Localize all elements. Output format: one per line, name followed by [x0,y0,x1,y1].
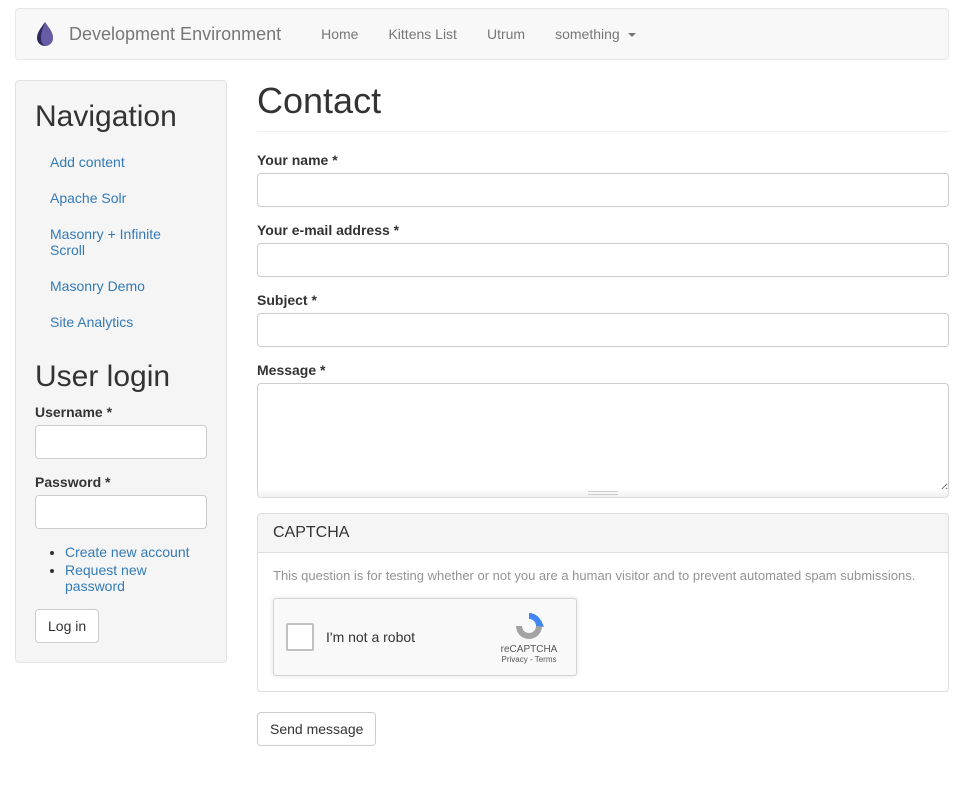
nav-masonry-infinite[interactable]: Masonry + Infinite Scroll [35,216,207,268]
captcha-body: This question is for testing whether or … [258,553,948,691]
username-input[interactable] [35,425,207,459]
navbar-nav: Home Kittens List Utrum something [306,9,650,59]
navigation-list: Add content Apache Solr Masonry + Infini… [35,144,207,340]
login-button[interactable]: Log in [35,609,99,643]
recaptcha-widget: I'm not a robot reCAPTCHA Privacy - Term… [273,598,577,676]
sidebar-well: Navigation Add content Apache Solr Mason… [15,80,227,663]
sidebar: Navigation Add content Apache Solr Mason… [15,80,227,746]
name-label: Your name * [257,152,949,168]
send-message-button[interactable]: Send message [257,712,376,746]
page-title: Contact [257,80,949,122]
nav-masonry-demo[interactable]: Masonry Demo [35,268,207,304]
nav-kittens-list[interactable]: Kittens List [373,9,471,59]
captcha-panel: CAPTCHA This question is for testing whe… [257,513,949,692]
recaptcha-brand: reCAPTCHA [494,644,564,655]
nav-add-content[interactable]: Add content [35,144,207,180]
username-group: Username * [35,404,207,459]
login-links: Create new account Request new password [35,544,207,594]
email-label: Your e-mail address * [257,222,949,238]
captcha-title: CAPTCHA [273,524,349,541]
password-label: Password * [35,474,207,490]
message-label: Message * [257,362,949,378]
nav-something-label: something [555,26,620,42]
nav-home[interactable]: Home [306,9,373,59]
password-group: Password * [35,474,207,529]
user-login-heading: User login [35,360,207,394]
main-navbar: Development Environment Home Kittens Lis… [15,8,949,60]
caret-down-icon [628,33,636,37]
message-textarea[interactable] [257,383,949,493]
username-label: Username * [35,404,207,420]
nav-apache-solr[interactable]: Apache Solr [35,180,207,216]
recaptcha-logo-icon [513,610,545,642]
nav-site-analytics[interactable]: Site Analytics [35,304,207,340]
subject-group: Subject * [257,292,949,347]
recaptcha-logo-area: reCAPTCHA Privacy - Terms [494,610,564,664]
page-header: Contact [257,80,949,132]
name-group: Your name * [257,152,949,207]
password-input[interactable] [35,495,207,529]
subject-input[interactable] [257,313,949,347]
request-password-link[interactable]: Request new password [65,562,147,594]
recaptcha-privacy-terms[interactable]: Privacy - Terms [494,655,564,664]
name-input[interactable] [257,173,949,207]
email-group: Your e-mail address * [257,222,949,277]
brand-logo-icon [31,20,59,48]
nav-utrum[interactable]: Utrum [472,9,540,59]
captcha-help: This question is for testing whether or … [273,568,933,583]
navigation-heading: Navigation [35,100,207,134]
recaptcha-label: I'm not a robot [326,629,494,645]
textarea-resize-handle[interactable] [257,489,949,498]
recaptcha-checkbox[interactable] [286,623,314,651]
brand-link[interactable]: Development Environment [69,9,281,59]
nav-something-dropdown[interactable]: something [540,9,650,59]
create-account-link[interactable]: Create new account [65,544,190,560]
subject-label: Subject * [257,292,949,308]
captcha-heading: CAPTCHA [258,514,948,553]
main-content: Contact Your name * Your e-mail address … [257,80,949,746]
message-group: Message * [257,362,949,493]
email-input[interactable] [257,243,949,277]
